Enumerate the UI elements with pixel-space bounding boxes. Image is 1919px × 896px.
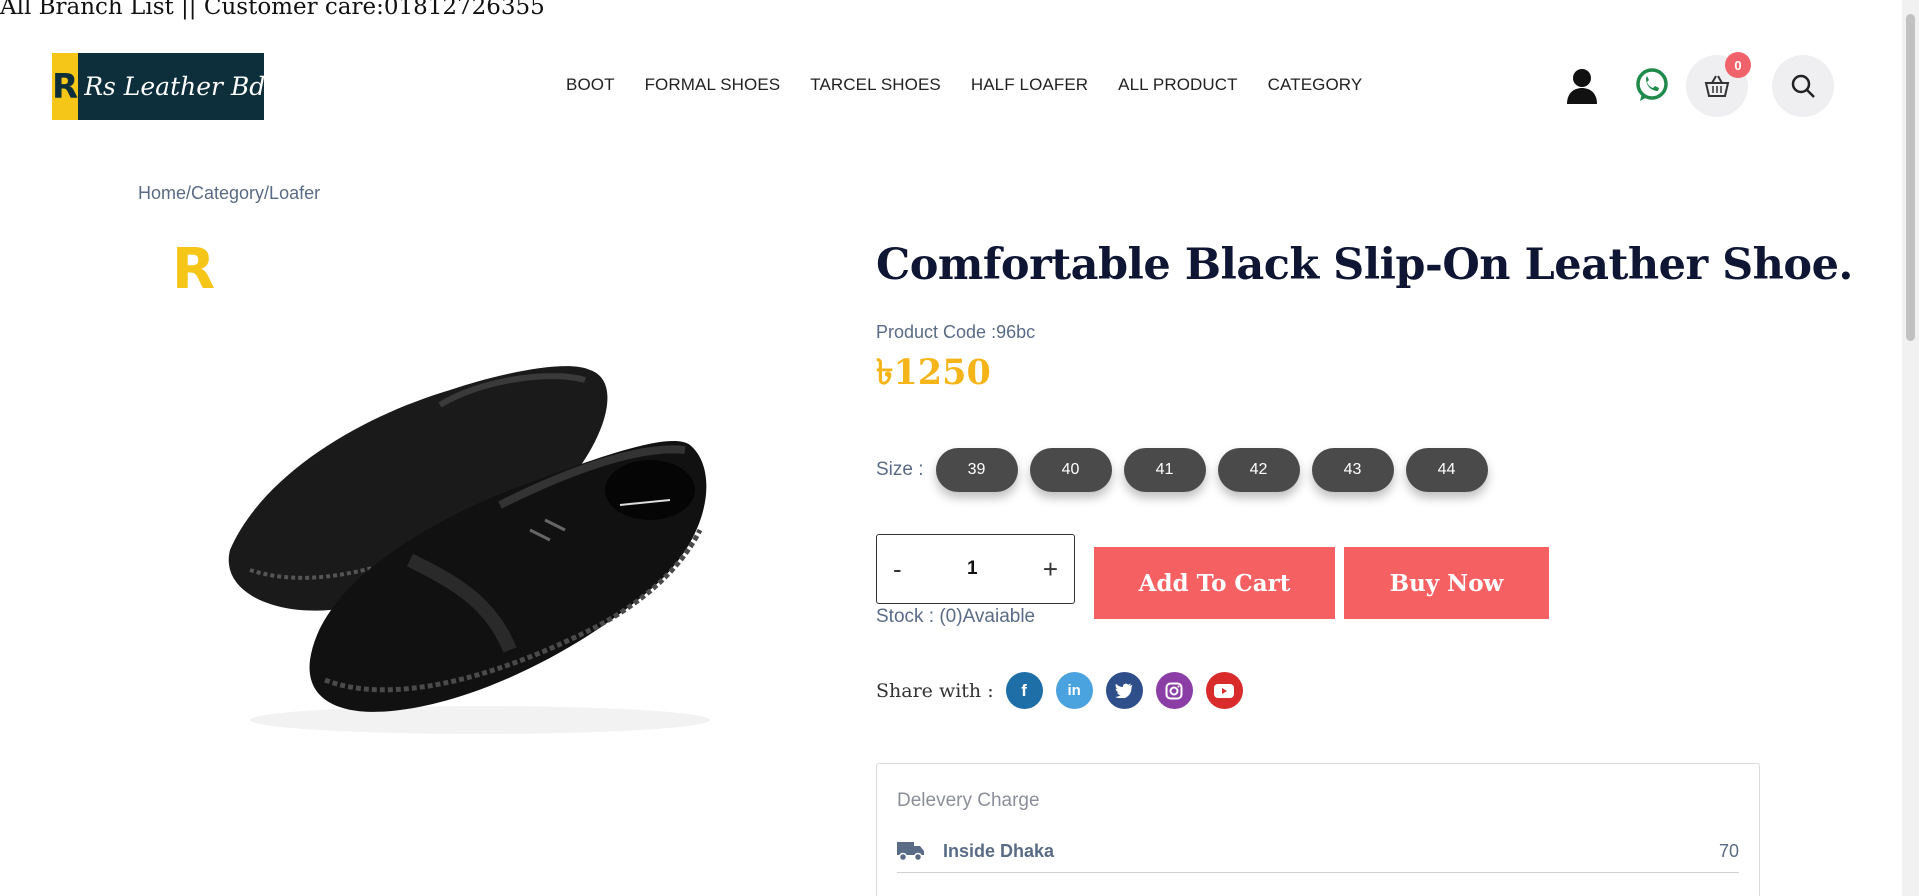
product-code: Product Code :96bc xyxy=(876,322,1036,342)
page-scrollbar[interactable] xyxy=(1902,0,1919,896)
search-icon xyxy=(1791,74,1815,98)
delivery-zone-charge: 70 xyxy=(1718,840,1739,861)
nav-category[interactable]: CATEGORY xyxy=(1268,75,1363,95)
instagram-icon[interactable] xyxy=(1155,672,1193,709)
buy-now-button[interactable]: Buy Now xyxy=(1344,547,1549,619)
site-logo[interactable]: R Rs Leather Bd xyxy=(52,53,266,120)
logo-text: Rs Leather Bd xyxy=(84,72,266,101)
main-nav: BOOT FORMAL SHOES TARCEL SHOES HALF LOAF… xyxy=(566,75,1392,95)
product-image[interactable]: R xyxy=(150,230,770,750)
size-option-41[interactable]: 41 xyxy=(1123,448,1206,492)
top-announcement-bar: All Branch List || Customer care:0181272… xyxy=(0,0,545,20)
delivery-zone-name: Inside Dhaka xyxy=(943,840,1055,861)
add-to-cart-button[interactable]: Add To Cart xyxy=(1094,547,1335,619)
youtube-icon[interactable] xyxy=(1205,672,1243,709)
nav-boot[interactable]: BOOT xyxy=(566,75,615,95)
nav-tarcel-shoes[interactable]: TARCEL SHOES xyxy=(810,75,941,95)
product-price: ৳1250 xyxy=(876,352,991,393)
basket-icon xyxy=(1704,75,1730,97)
qty-decrease-button[interactable]: - xyxy=(893,554,902,585)
size-selector: Size : 39 40 41 42 43 44 xyxy=(876,448,1500,492)
delivery-row: Inside Dhaka 70 xyxy=(897,840,1739,873)
size-option-40[interactable]: 40 xyxy=(1029,448,1112,492)
facebook-icon[interactable]: f xyxy=(1005,672,1043,709)
share-label: Share with : xyxy=(876,679,994,702)
nav-all-product[interactable]: ALL PRODUCT xyxy=(1118,75,1238,95)
breadcrumb[interactable]: Home/Category/Loafer xyxy=(138,183,320,204)
product-title: Comfortable Black Slip-On Leather Shoe. xyxy=(876,240,1853,290)
nav-half-loafer[interactable]: HALF LOAFER xyxy=(971,75,1088,95)
scrollbar-thumb[interactable] xyxy=(1906,14,1915,341)
qty-increase-button[interactable]: + xyxy=(1043,554,1058,585)
share-row: Share with : f in xyxy=(876,672,1256,709)
size-option-42[interactable]: 42 xyxy=(1217,448,1300,492)
truck-icon xyxy=(897,842,924,862)
cart-count-badge: 0 xyxy=(1725,52,1751,78)
quantity-stepper: - 1 + xyxy=(876,534,1075,604)
logo-mark: R xyxy=(52,53,79,120)
search-button[interactable] xyxy=(1772,55,1834,117)
twitter-icon[interactable] xyxy=(1105,672,1143,709)
linkedin-icon[interactable]: in xyxy=(1055,672,1093,709)
size-option-43[interactable]: 43 xyxy=(1311,448,1394,492)
delivery-charge-panel: Delevery Charge Inside Dhaka 70 xyxy=(876,763,1760,896)
shoe-image xyxy=(228,366,710,734)
nav-formal-shoes[interactable]: FORMAL SHOES xyxy=(645,75,781,95)
size-option-44[interactable]: 44 xyxy=(1405,448,1488,492)
size-option-39[interactable]: 39 xyxy=(935,448,1018,492)
whatsapp-icon[interactable] xyxy=(1633,66,1671,104)
qty-value[interactable]: 1 xyxy=(967,558,978,580)
cart-button[interactable]: 0 xyxy=(1686,52,1751,117)
delivery-title: Delevery Charge xyxy=(897,790,1040,811)
size-label: Size : xyxy=(876,459,924,480)
user-icon[interactable] xyxy=(1564,66,1600,106)
stock-status: Stock : (0)Avaiable xyxy=(876,606,1036,627)
